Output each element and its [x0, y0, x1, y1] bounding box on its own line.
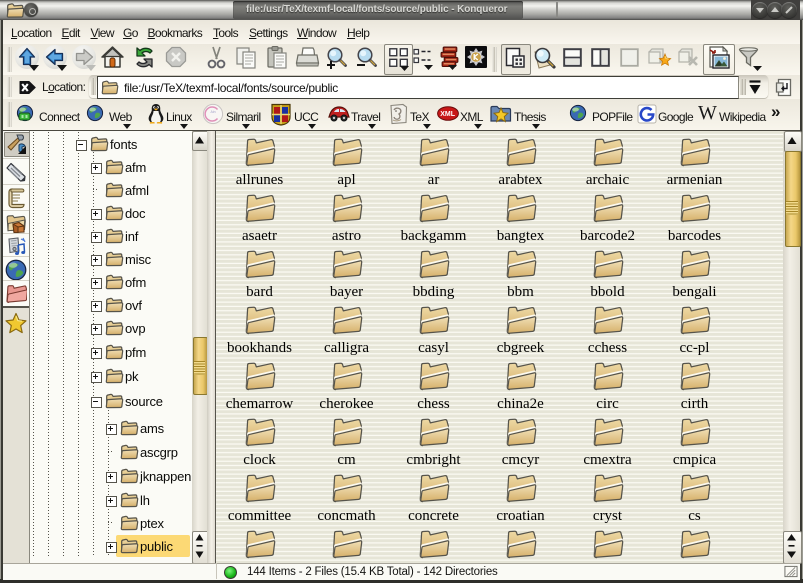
svg-text:XML: XML — [440, 111, 456, 118]
svg-text:Ain: Ain — [211, 110, 216, 114]
